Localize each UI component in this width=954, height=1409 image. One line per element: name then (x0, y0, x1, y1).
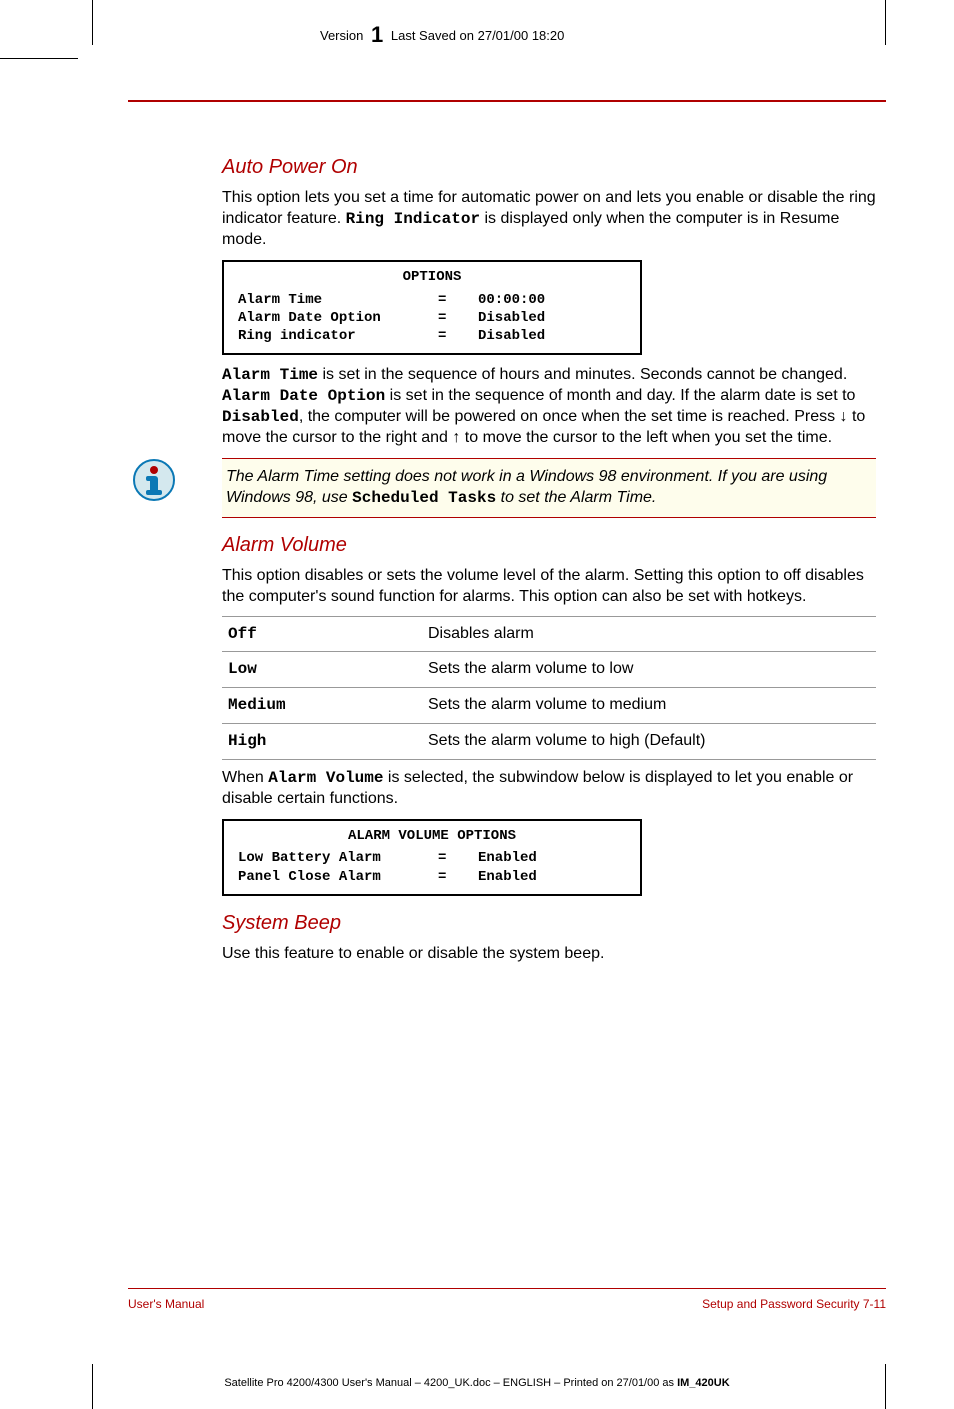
opt-label: Ring indicator (238, 327, 438, 345)
auto-power-on-p2: Alarm Time is set in the sequence of hou… (222, 365, 876, 448)
heading-system-beep: System Beep (222, 910, 876, 936)
saved-text: Last Saved on 27/01/00 18:20 (391, 28, 564, 43)
print-footer-bold: IM_420UK (677, 1377, 730, 1389)
opt-label: Panel Close Alarm (238, 868, 438, 886)
crop-mark (0, 58, 78, 59)
auto-power-on-intro: This option lets you set a time for auto… (222, 188, 876, 250)
text: is set in the sequence of hours and minu… (318, 366, 847, 383)
print-footer: Satellite Pro 4200/4300 User's Manual – … (0, 1377, 954, 1389)
options-row: Low Battery Alarm = Enabled (238, 849, 626, 867)
text: When (222, 769, 268, 786)
table-row: OffDisables alarm (222, 616, 876, 652)
options-row: Alarm Time = 00:00:00 (238, 291, 626, 309)
opt-eq: = (438, 868, 478, 886)
crop-mark (885, 0, 886, 45)
options-row: Panel Close Alarm = Enabled (238, 868, 626, 886)
vol-desc: Disables alarm (422, 616, 876, 652)
page-footer: User's Manual Setup and Password Securit… (128, 1297, 886, 1311)
opt-eq: = (438, 849, 478, 867)
alarm-volume-table: OffDisables alarm LowSets the alarm volu… (222, 616, 876, 760)
text-mono: Alarm Date Option (222, 387, 385, 405)
opt-val: Disabled (478, 327, 545, 345)
vol-desc: Sets the alarm volume to low (422, 652, 876, 688)
opt-val: 00:00:00 (478, 291, 545, 309)
alarm-volume-options-box: ALARM VOLUME OPTIONS Low Battery Alarm =… (222, 819, 642, 896)
crop-mark (92, 0, 93, 45)
opt-eq: = (438, 291, 478, 309)
options-row: Ring indicator = Disabled (238, 327, 626, 345)
text: , the computer will be powered on once w… (222, 408, 865, 446)
info-note-row: The Alarm Time setting does not work in … (222, 458, 876, 518)
opt-label: Alarm Time (238, 291, 438, 309)
options-box: OPTIONS Alarm Time = 00:00:00 Alarm Date… (222, 260, 642, 355)
content-frame: Auto Power On This option lets you set a… (92, 60, 886, 1349)
footer-right: Setup and Password Security 7-11 (702, 1297, 886, 1311)
vol-desc: Sets the alarm volume to high (Default) (422, 723, 876, 759)
version-number: 1 (371, 22, 383, 47)
opt-label: Low Battery Alarm (238, 849, 438, 867)
heading-auto-power-on: Auto Power On (222, 154, 876, 180)
alarm-volume-intro: This option disables or sets the volume … (222, 566, 876, 608)
text-mono: Alarm Time (222, 366, 318, 384)
table-row: MediumSets the alarm volume to medium (222, 688, 876, 724)
text-mono: Alarm Volume (268, 769, 383, 787)
table-row: LowSets the alarm volume to low (222, 652, 876, 688)
options-title: ALARM VOLUME OPTIONS (238, 827, 626, 845)
page-header: Version 1 Last Saved on 27/01/00 18:20 (320, 22, 564, 48)
vol-desc: Sets the alarm volume to medium (422, 688, 876, 724)
alarm-volume-p2: When Alarm Volume is selected, the subwi… (222, 768, 876, 810)
vol-key: High (222, 723, 422, 759)
opt-val: Disabled (478, 309, 545, 327)
opt-eq: = (438, 327, 478, 345)
heading-alarm-volume: Alarm Volume (222, 532, 876, 558)
opt-eq: = (438, 309, 478, 327)
footer-left: User's Manual (128, 1297, 204, 1311)
note-mono: Scheduled Tasks (352, 489, 496, 507)
table-row: HighSets the alarm volume to high (Defau… (222, 723, 876, 759)
options-row: Alarm Date Option = Disabled (238, 309, 626, 327)
vol-key: Medium (222, 688, 422, 724)
text-mono: Ring Indicator (346, 210, 480, 228)
note-box: The Alarm Time setting does not work in … (222, 458, 876, 518)
text: is set in the sequence of month and day.… (385, 387, 855, 404)
options-title: OPTIONS (238, 268, 626, 286)
system-beep-intro: Use this feature to enable or disable th… (222, 944, 876, 965)
opt-val: Enabled (478, 849, 537, 867)
text-mono: Disabled (222, 408, 299, 426)
version-prefix: Version (320, 28, 363, 43)
vol-key: Off (222, 616, 422, 652)
opt-val: Enabled (478, 868, 537, 886)
divider-bottom (128, 1288, 886, 1289)
opt-label: Alarm Date Option (238, 309, 438, 327)
divider-top (128, 100, 886, 102)
note-text: to set the Alarm Time. (496, 489, 656, 506)
vol-key: Low (222, 652, 422, 688)
info-icon (132, 458, 176, 502)
print-footer-text: Satellite Pro 4200/4300 User's Manual – … (224, 1377, 677, 1389)
main-content: Auto Power On This option lets you set a… (222, 140, 876, 973)
